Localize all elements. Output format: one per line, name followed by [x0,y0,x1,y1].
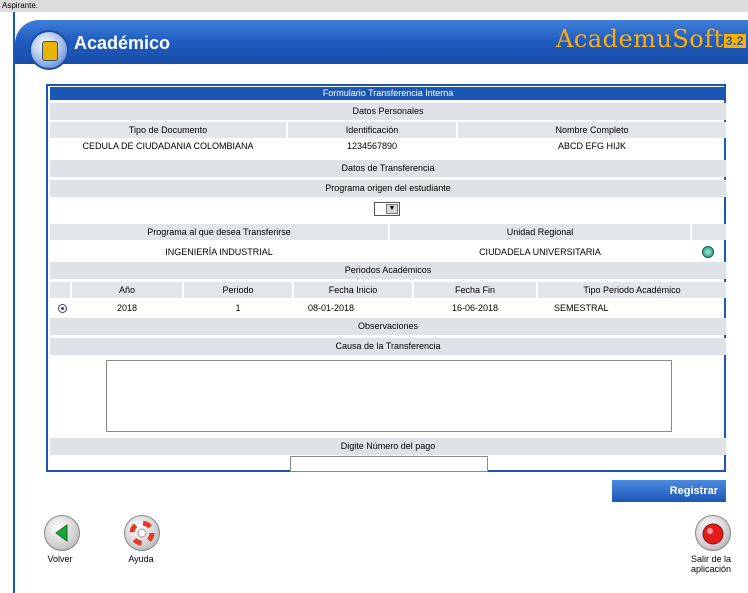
col-header-period-type: Tipo Periodo Académico [538,282,726,298]
page-title: Académico [74,33,171,53]
end-date-value: 16-06-2018 [414,300,538,316]
col-header-regional: Unidad Regional [390,224,692,240]
chevron-down-icon: ▼ [386,204,398,214]
register-button[interactable]: Registrar [612,480,726,502]
col-header-end: Fecha Fin [414,282,538,298]
col-header-target-program: Programa al que desea Transferirse [50,224,390,240]
exit-power-icon [702,523,724,545]
start-date-value: 08-01-2018 [294,300,414,316]
lifebuoy-icon [129,520,155,546]
doc-type-value: CEDULA DE CIUDADANIA COLOMBIANA [50,138,288,154]
table-row: 2018 1 08-01-2018 16-06-2018 SEMESTRAL [50,300,726,316]
regional-value: CIUDADELA UNIVERSITARIA [390,244,692,260]
exit-button[interactable] [695,515,731,551]
id-value: 1234567890 [288,138,458,154]
col-header-name: Nombre Completo [458,122,726,138]
window-title: Aspirante. [0,0,748,12]
period-radio[interactable] [58,304,67,313]
brand-name: AcademuSoft [556,25,724,53]
cause-label: Causa de la Transferencia [50,338,726,355]
transfer-form: Formulario Transferencia Interna Datos P… [46,84,726,472]
brand-logo: AcademuSoft 3.2 [556,25,746,53]
personal-headers: Tipo de Documento Identificación Nombre … [50,122,726,138]
col-header-period: Periodo [184,282,294,298]
col-header-doc-type: Tipo de Documento [50,122,288,138]
section-datos-personales: Datos Personales [50,103,726,120]
back-label: Volver [47,554,73,564]
brand-version: 3.2 [723,34,746,48]
section-periodos: Periodos Académicos [50,262,726,279]
payment-number-input[interactable] [290,456,488,472]
period-value: 1 [184,300,294,316]
cause-textarea[interactable] [106,360,672,432]
origin-program-label: Programa origen del estudiante [50,180,726,197]
back-button[interactable] [44,515,80,551]
year-value: 2018 [72,300,184,316]
period-type-value: SEMESTRAL [554,303,609,313]
transfer-headers: Programa al que desea Transferirse Unida… [50,224,726,240]
left-border [13,12,15,593]
payment-label: Digite Número del pago [50,438,726,455]
target-program-value: INGENIERÍA INDUSTRIAL [50,244,390,260]
col-header-id: Identificación [288,122,458,138]
transfer-values: INGENIERÍA INDUSTRIAL CIUDADELA UNIVERSI… [50,244,726,260]
col-header-start: Fecha Inicio [294,282,414,298]
section-observaciones: Observaciones [50,318,726,335]
origin-program-select[interactable]: ▼ [374,202,400,216]
academic-logo-icon [29,30,69,70]
period-headers: Año Periodo Fecha Inicio Fecha Fin Tipo … [50,282,726,298]
personal-values: CEDULA DE CIUDADANIA COLOMBIANA 12345678… [50,138,726,154]
name-value: ABCD EFG HIJK [557,141,626,151]
search-icon[interactable] [702,246,714,258]
section-datos-transferencia: Datos de Transferencia [50,160,726,177]
form-title: Formulario Transferencia Interna [50,87,726,100]
exit-label: Salir de la aplicación [690,554,732,574]
col-header-year: Año [72,282,184,298]
help-button[interactable] [124,515,160,551]
help-label: Ayuda [128,554,154,564]
back-arrow-icon [55,524,68,542]
